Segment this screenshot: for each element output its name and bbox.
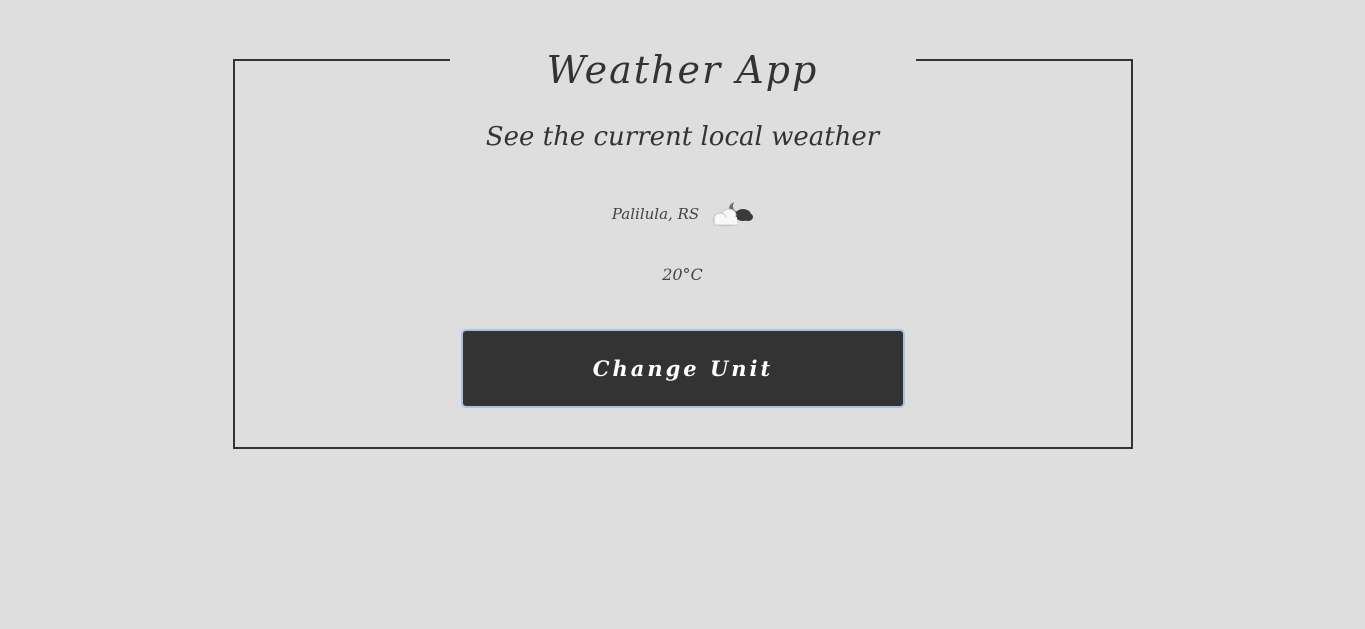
temperature-readout: 20°C [662, 265, 703, 284]
partly-cloudy-night-icon [709, 198, 754, 230]
location-row: Palilula, RS [0, 198, 1365, 230]
app-title: Weather App [546, 48, 819, 92]
page-subtitle: See the current local weather [485, 122, 880, 152]
change-unit-button[interactable]: Change Unit [461, 329, 905, 408]
location-label: Palilula, RS [611, 205, 700, 223]
